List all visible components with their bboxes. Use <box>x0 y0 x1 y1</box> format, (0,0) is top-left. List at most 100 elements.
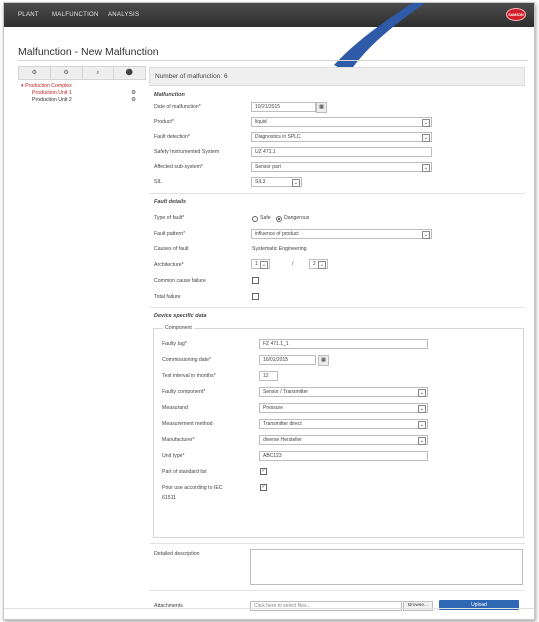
browse-button[interactable]: Browse... <box>403 601 433 611</box>
fault-pattern-value: influence of product <box>255 231 299 237</box>
sil-select[interactable]: SIL3 ⌄ <box>251 177 302 187</box>
chevron-down-icon[interactable]: ▾ <box>21 83 24 89</box>
fault-detection-select[interactable]: Diagnostics in SPLC ⌄ <box>251 132 432 142</box>
title-divider <box>18 60 528 61</box>
measurement-method-label: Measurement method <box>162 421 213 427</box>
faulty-component-select[interactable]: Sensor / Transmitter ⌄ <box>259 387 428 397</box>
fault-type-dangerous-label: Dangerous <box>284 215 310 221</box>
manufacturer-value: diverse Hersteller <box>263 437 302 443</box>
bottom-divider <box>4 608 534 609</box>
prior-use-label: Prior use according to IEC <box>162 485 223 491</box>
common-cause-failure-checkbox[interactable] <box>252 277 259 284</box>
tree-item-production-unit-1[interactable]: Production Unit 1 ⚙ <box>18 90 146 97</box>
commissioning-date-label: Commissioning date* <box>162 357 212 363</box>
fault-detection-value: Diagnostics in SPLC <box>255 134 301 140</box>
architecture-separator: / <box>292 261 294 267</box>
calendar-icon[interactable]: ▦ <box>318 355 329 366</box>
section-divider <box>149 590 525 591</box>
measurand-select[interactable]: Pressure ⌄ <box>259 403 428 413</box>
faulty-component-value: Sensor / Transmitter <box>263 389 309 395</box>
architecture-right-value: 2 <box>313 261 316 267</box>
chevron-down-icon[interactable]: ⌄ <box>318 261 326 269</box>
sidebar-toolbar: ⚙ ⚙ ⌕ ⚫ <box>18 66 146 80</box>
measurement-method-select[interactable]: Transmitter direct ⌄ <box>259 419 428 429</box>
chevron-down-icon[interactable]: ⌄ <box>422 134 430 142</box>
malfunction-form: Number of malfunction: 6 Malfunction Dat… <box>149 67 525 611</box>
test-interval-label: Test interval in months* <box>162 373 216 379</box>
standard-list-checkbox[interactable]: ✓ <box>260 468 267 475</box>
tree-item-label: Production Complex <box>25 83 72 89</box>
search-icon[interactable]: ⌕ <box>83 67 115 79</box>
section-divider <box>149 307 525 308</box>
affected-subsystem-select[interactable]: Sensor part ⌄ <box>251 162 432 172</box>
safety-instrumented-system-input[interactable]: UZ 471.1 <box>251 147 432 157</box>
date-of-malfunction-input[interactable]: 10/21/2015 <box>251 102 316 112</box>
component-group-title: Component <box>163 325 194 331</box>
fault-type-safe-radio[interactable] <box>252 216 258 222</box>
fault-pattern-label: Fault pattern* <box>154 231 186 237</box>
gear-icon[interactable]: ⚙ <box>131 97 136 104</box>
manufacturer-select[interactable]: diverse Hersteller ⌄ <box>259 435 428 445</box>
chevron-down-icon[interactable]: ⌄ <box>260 261 268 269</box>
tree-item-label: Production Unit 2 <box>32 97 72 103</box>
fault-type-dangerous-radio[interactable] <box>276 216 282 222</box>
section-malfunction-title: Malfunction <box>154 92 185 98</box>
chevron-down-icon[interactable]: ⌄ <box>418 421 426 429</box>
settings-icon[interactable]: ⚙ <box>19 67 51 79</box>
chevron-down-icon[interactable]: ⌄ <box>418 437 426 445</box>
standard-list-label: Part of standard list <box>162 469 207 475</box>
sidebar: ⚙ ⚙ ⌕ ⚫ ▾ Production Complex Production … <box>18 66 146 104</box>
measurand-label: Measurand <box>162 405 188 411</box>
settings-alt-icon[interactable]: ⚙ <box>51 67 83 79</box>
measurement-method-value: Transmitter direct <box>263 421 302 427</box>
unit-type-input[interactable]: ABC123 <box>259 451 428 461</box>
prior-use-label-line2: 61511 <box>162 495 177 501</box>
commissioning-date-input[interactable]: 10/01/2015 <box>259 355 316 365</box>
causes-of-fault-label: Causes of fault <box>154 246 189 252</box>
fault-pattern-select[interactable]: influence of product ⌄ <box>251 229 432 239</box>
manufacturer-label: Manufacturer* <box>162 437 195 443</box>
section-fault-details-title: Fault details <box>154 199 187 205</box>
chevron-down-icon[interactable]: ⌄ <box>418 405 426 413</box>
sil-label: SIL <box>154 179 162 185</box>
product-select[interactable]: liquid ⌄ <box>251 117 432 127</box>
section-device-specific-title: Device specific data <box>154 313 207 319</box>
prior-use-checkbox[interactable]: ✓ <box>260 484 267 491</box>
faulty-tag-input[interactable]: FZ 471.1_1 <box>259 339 428 349</box>
sil-value: SIL3 <box>255 179 266 185</box>
tree-item-label: Production Unit 1 <box>32 90 72 96</box>
faulty-tag-label: Faulty tag* <box>162 341 187 347</box>
form-body: Malfunction Date of malfunction* 10/21/2… <box>149 67 525 619</box>
product-label: Product* <box>154 119 174 125</box>
page-title: Malfunction - New Malfunction <box>18 46 159 58</box>
section-divider <box>149 193 525 194</box>
measurand-value: Pressure <box>263 405 284 411</box>
architecture-right-select[interactable]: 2 ⌄ <box>309 259 328 269</box>
tree-item-production-complex[interactable]: ▾ Production Complex <box>18 83 146 90</box>
attachments-file-input[interactable]: Click here to select files... <box>250 601 402 611</box>
calendar-icon[interactable]: ▦ <box>316 102 327 113</box>
total-failure-checkbox[interactable] <box>252 293 259 300</box>
detailed-description-label: Detailed description <box>154 551 200 557</box>
tree-item-production-unit-2[interactable]: Production Unit 2 ⚙ <box>18 97 146 104</box>
architecture-left-value: 1 <box>255 261 258 267</box>
chevron-down-icon[interactable]: ⌄ <box>422 164 430 172</box>
affected-subsystem-value: Sensor part <box>255 164 281 170</box>
chevron-down-icon[interactable]: ⌄ <box>418 389 426 397</box>
type-of-fault-label: Type of fault* <box>154 215 185 221</box>
fault-detection-label: Fault detection* <box>154 134 191 140</box>
architecture-left-select[interactable]: 1 ⌄ <box>251 259 270 269</box>
date-of-malfunction-label: Date of malfunction* <box>154 104 201 110</box>
test-interval-input[interactable]: 12 <box>259 371 278 381</box>
safety-instrumented-system-label: Safety Instrumented System <box>154 149 220 155</box>
pin-icon[interactable]: ⚫ <box>114 67 145 79</box>
gear-icon[interactable]: ⚙ <box>131 90 136 97</box>
affected-subsystem-label: Affected sub-system* <box>154 164 203 170</box>
application-window: PLANT MALFUNCTION ANALYSIS SAMSON Malfun… <box>3 2 535 620</box>
chevron-down-icon[interactable]: ⌄ <box>292 179 300 187</box>
faulty-component-label: Faulty component* <box>162 389 206 395</box>
chevron-down-icon[interactable]: ⌄ <box>422 231 430 239</box>
total-failure-label: Total failure <box>154 294 181 300</box>
detailed-description-textarea[interactable] <box>250 549 523 585</box>
chevron-down-icon[interactable]: ⌄ <box>422 119 430 127</box>
